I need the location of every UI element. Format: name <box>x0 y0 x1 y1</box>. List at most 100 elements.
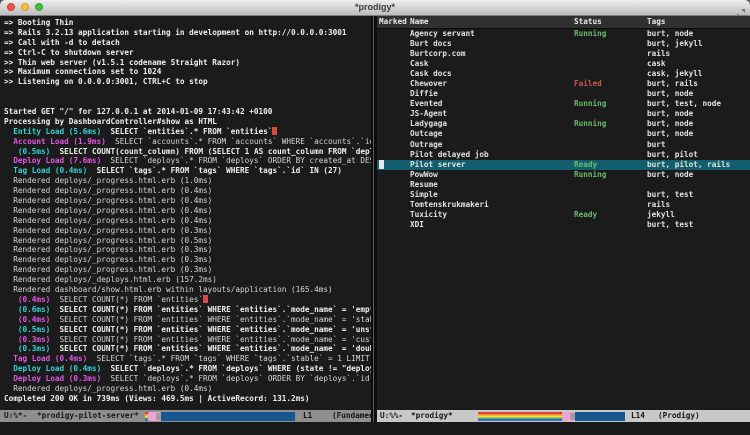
trailing-whitespace-block <box>203 295 208 304</box>
log-line: => Rails 3.2.13 application starting in … <box>4 28 371 38</box>
service-name: Pilot delayed job <box>410 150 489 160</box>
service-row-diffie[interactable]: Diffie burt, node <box>377 89 750 99</box>
log-line: Rendered deploys/_progress.html.erb (0.4… <box>4 206 371 216</box>
log-line: => Booting Thin <box>4 18 371 28</box>
nyan-progress-bar <box>145 412 295 421</box>
service-row-tuxicity[interactable]: TuxicityReadyjekyll <box>377 210 750 220</box>
log-line: Rendered deploys/_progress.html.erb (0.5… <box>4 236 371 246</box>
service-name: Cask <box>410 59 429 69</box>
service-tags: burt, jekyll <box>647 39 703 49</box>
left-pane-modeline[interactable]: U:%*- *prodigy-pilot-server* L1 (Fundame… <box>0 410 371 422</box>
service-tags: cask, jekyll <box>647 69 703 79</box>
service-row-pilot-server[interactable]: Pilot serverReadyburt, pilot, rails <box>377 160 750 170</box>
log-line: Tag Load (0.4ms) SELECT `tags`.* FROM `t… <box>4 166 371 176</box>
service-tags: rails <box>647 49 670 59</box>
service-name: Ladygaga <box>410 119 447 129</box>
service-row-agency-servant[interactable]: Agency servantRunningburt, node <box>377 29 750 39</box>
service-name: Burtcorp.com <box>410 49 466 59</box>
log-line: (0.4ms) SELECT COUNT(*) FROM `entities` <box>4 295 371 305</box>
service-tags: cask <box>647 59 666 69</box>
log-line: Rendered deploys/_deploys.html.erb (157.… <box>4 275 371 285</box>
service-status: Running <box>574 29 606 39</box>
log-line: Rendered deploys/_progress.html.erb (1.0… <box>4 176 371 186</box>
service-tags: burt, node <box>647 129 693 139</box>
emacs-frame: => Booting Thin=> Rails 3.2.13 applicati… <box>0 16 750 435</box>
service-name: Resume <box>410 180 438 190</box>
service-tags: burt, pilot <box>647 150 698 160</box>
service-row-chewover[interactable]: ChewoverFailedburt, rails <box>377 79 750 89</box>
fullscreen-icon[interactable] <box>736 3 746 13</box>
modeline-buffer-name: *prodigy* <box>411 410 453 422</box>
log-line: Rendered deploys/_progress.html.erb (0.3… <box>4 265 371 275</box>
echo-area[interactable] <box>0 422 750 435</box>
log-line: Completed 200 OK in 739ms (Views: 469.5m… <box>4 394 371 404</box>
modeline-major-mode: (Prodigy) <box>658 410 700 422</box>
service-tags: burt, rails <box>647 79 698 89</box>
log-line: (0.6ms) SELECT COUNT(*) FROM `entities` … <box>4 305 371 315</box>
nyan-cat-icon <box>148 412 161 421</box>
log-line: Tag Load (0.4ms) SELECT `tags`.* FROM `t… <box>4 354 371 364</box>
service-name: XDI <box>410 220 424 230</box>
prodigy-table-header: Marked Name Status Tags <box>377 16 750 29</box>
service-row-cask[interactable]: Cask cask <box>377 59 750 69</box>
log-line: (0.3ms) SELECT COUNT(*) FROM `entities` … <box>4 344 371 354</box>
modeline-major-mode: (Fundamen <box>332 410 371 422</box>
service-tags: burt, node <box>647 89 693 99</box>
log-line: >> Listening on 0.0.0.0:3001, CTRL+C to … <box>4 77 371 87</box>
service-name: Burt docs <box>410 39 452 49</box>
service-row-outrage[interactable]: Outrageburt <box>377 140 750 150</box>
service-row-pilot-delayed-job[interactable]: Pilot delayed job burt, pilot <box>377 150 750 160</box>
prodigy-pane[interactable]: Marked Name Status Tags Agency servant Ru… <box>377 16 750 410</box>
service-status: Running <box>574 170 606 180</box>
service-name: Diffie <box>410 89 438 99</box>
rails-log-pane[interactable]: => Booting Thin=> Rails 3.2.13 applicati… <box>0 16 371 410</box>
log-line <box>4 87 371 97</box>
window-title: *prodigy* <box>0 0 750 15</box>
log-line: >> Thin web server (v1.5.1 codename Stra… <box>4 58 371 68</box>
log-line: Rendered dashboard/show.html.erb within … <box>4 285 371 295</box>
service-status: Running <box>574 99 606 109</box>
service-row-js-agent[interactable]: JS-Agentburt, node <box>377 109 750 119</box>
service-row-evented[interactable]: EventedRunningburt, test, node <box>377 99 750 109</box>
service-name: Tomtenskrukmakeri <box>410 200 489 210</box>
service-row-xdi[interactable]: XDI burt, test <box>377 220 750 230</box>
log-line <box>4 97 371 107</box>
service-tags: rails <box>647 200 670 210</box>
window-titlebar[interactable]: *prodigy* <box>0 0 750 16</box>
service-row-powwow[interactable]: PowWow Running burt, node <box>377 170 750 180</box>
service-row-cask-docs[interactable]: Cask docs cask, jekyll <box>377 69 750 79</box>
service-name: Agency servant <box>410 29 475 39</box>
service-row-resume[interactable]: Resume <box>377 180 750 190</box>
service-status: Ready <box>574 210 597 220</box>
service-status: Ready <box>574 160 597 170</box>
log-line: Rendered deploys/_progress.html.erb (0.3… <box>4 245 371 255</box>
service-row-tomtenskrukmakeri[interactable]: Tomtenskrukmakeri rails <box>377 200 750 210</box>
service-row-burtcorp-com[interactable]: Burtcorp.com rails <box>377 49 750 59</box>
service-status: Running <box>574 119 606 129</box>
log-line: Entity Load (5.6ms) SELECT `entities`.* … <box>4 127 371 137</box>
log-line: Rendered deploys/_progress.html.erb (0.3… <box>4 226 371 236</box>
log-line: Rendered deploys/_progress.html.erb (0.4… <box>4 216 371 226</box>
service-row-simple[interactable]: Simpleburt, test <box>377 190 750 200</box>
service-row-ladygaga[interactable]: LadygagaRunningburt, node <box>377 119 750 129</box>
service-name: Outcage <box>410 129 442 139</box>
service-row-burt-docs[interactable]: Burt docs burt, jekyll <box>377 39 750 49</box>
service-tags: burt, node <box>647 170 693 180</box>
log-line: Rendered deploys/_progress.html.erb (0.3… <box>4 255 371 265</box>
modeline-line-number: L1 <box>303 410 312 422</box>
service-row-outcage[interactable]: Outcage burt, node <box>377 129 750 139</box>
right-pane-modeline[interactable]: U:%%- *prodigy* L14 (Prodigy) <box>377 410 750 422</box>
service-tags: jekyll <box>647 210 675 220</box>
log-line: Deploy Load (0.3ms) SELECT `deploys`.* F… <box>4 374 371 384</box>
service-name: Outrage <box>410 140 442 150</box>
service-tags: burt, test, node <box>647 99 721 109</box>
service-tags: burt, test <box>647 190 693 200</box>
log-line: Rendered deploys/_progress.html.erb (0.4… <box>4 196 371 206</box>
service-tags: burt, test <box>647 220 693 230</box>
service-name: Cask docs <box>410 69 452 79</box>
log-line: (0.4ms) SELECT COUNT(*) FROM `entities` … <box>4 315 371 325</box>
rails-log-buffer: => Booting Thin=> Rails 3.2.13 applicati… <box>0 16 371 404</box>
column-header-tags: Tags <box>647 16 666 28</box>
service-tags: burt, node <box>647 109 693 119</box>
service-name: PowWow <box>410 170 438 180</box>
